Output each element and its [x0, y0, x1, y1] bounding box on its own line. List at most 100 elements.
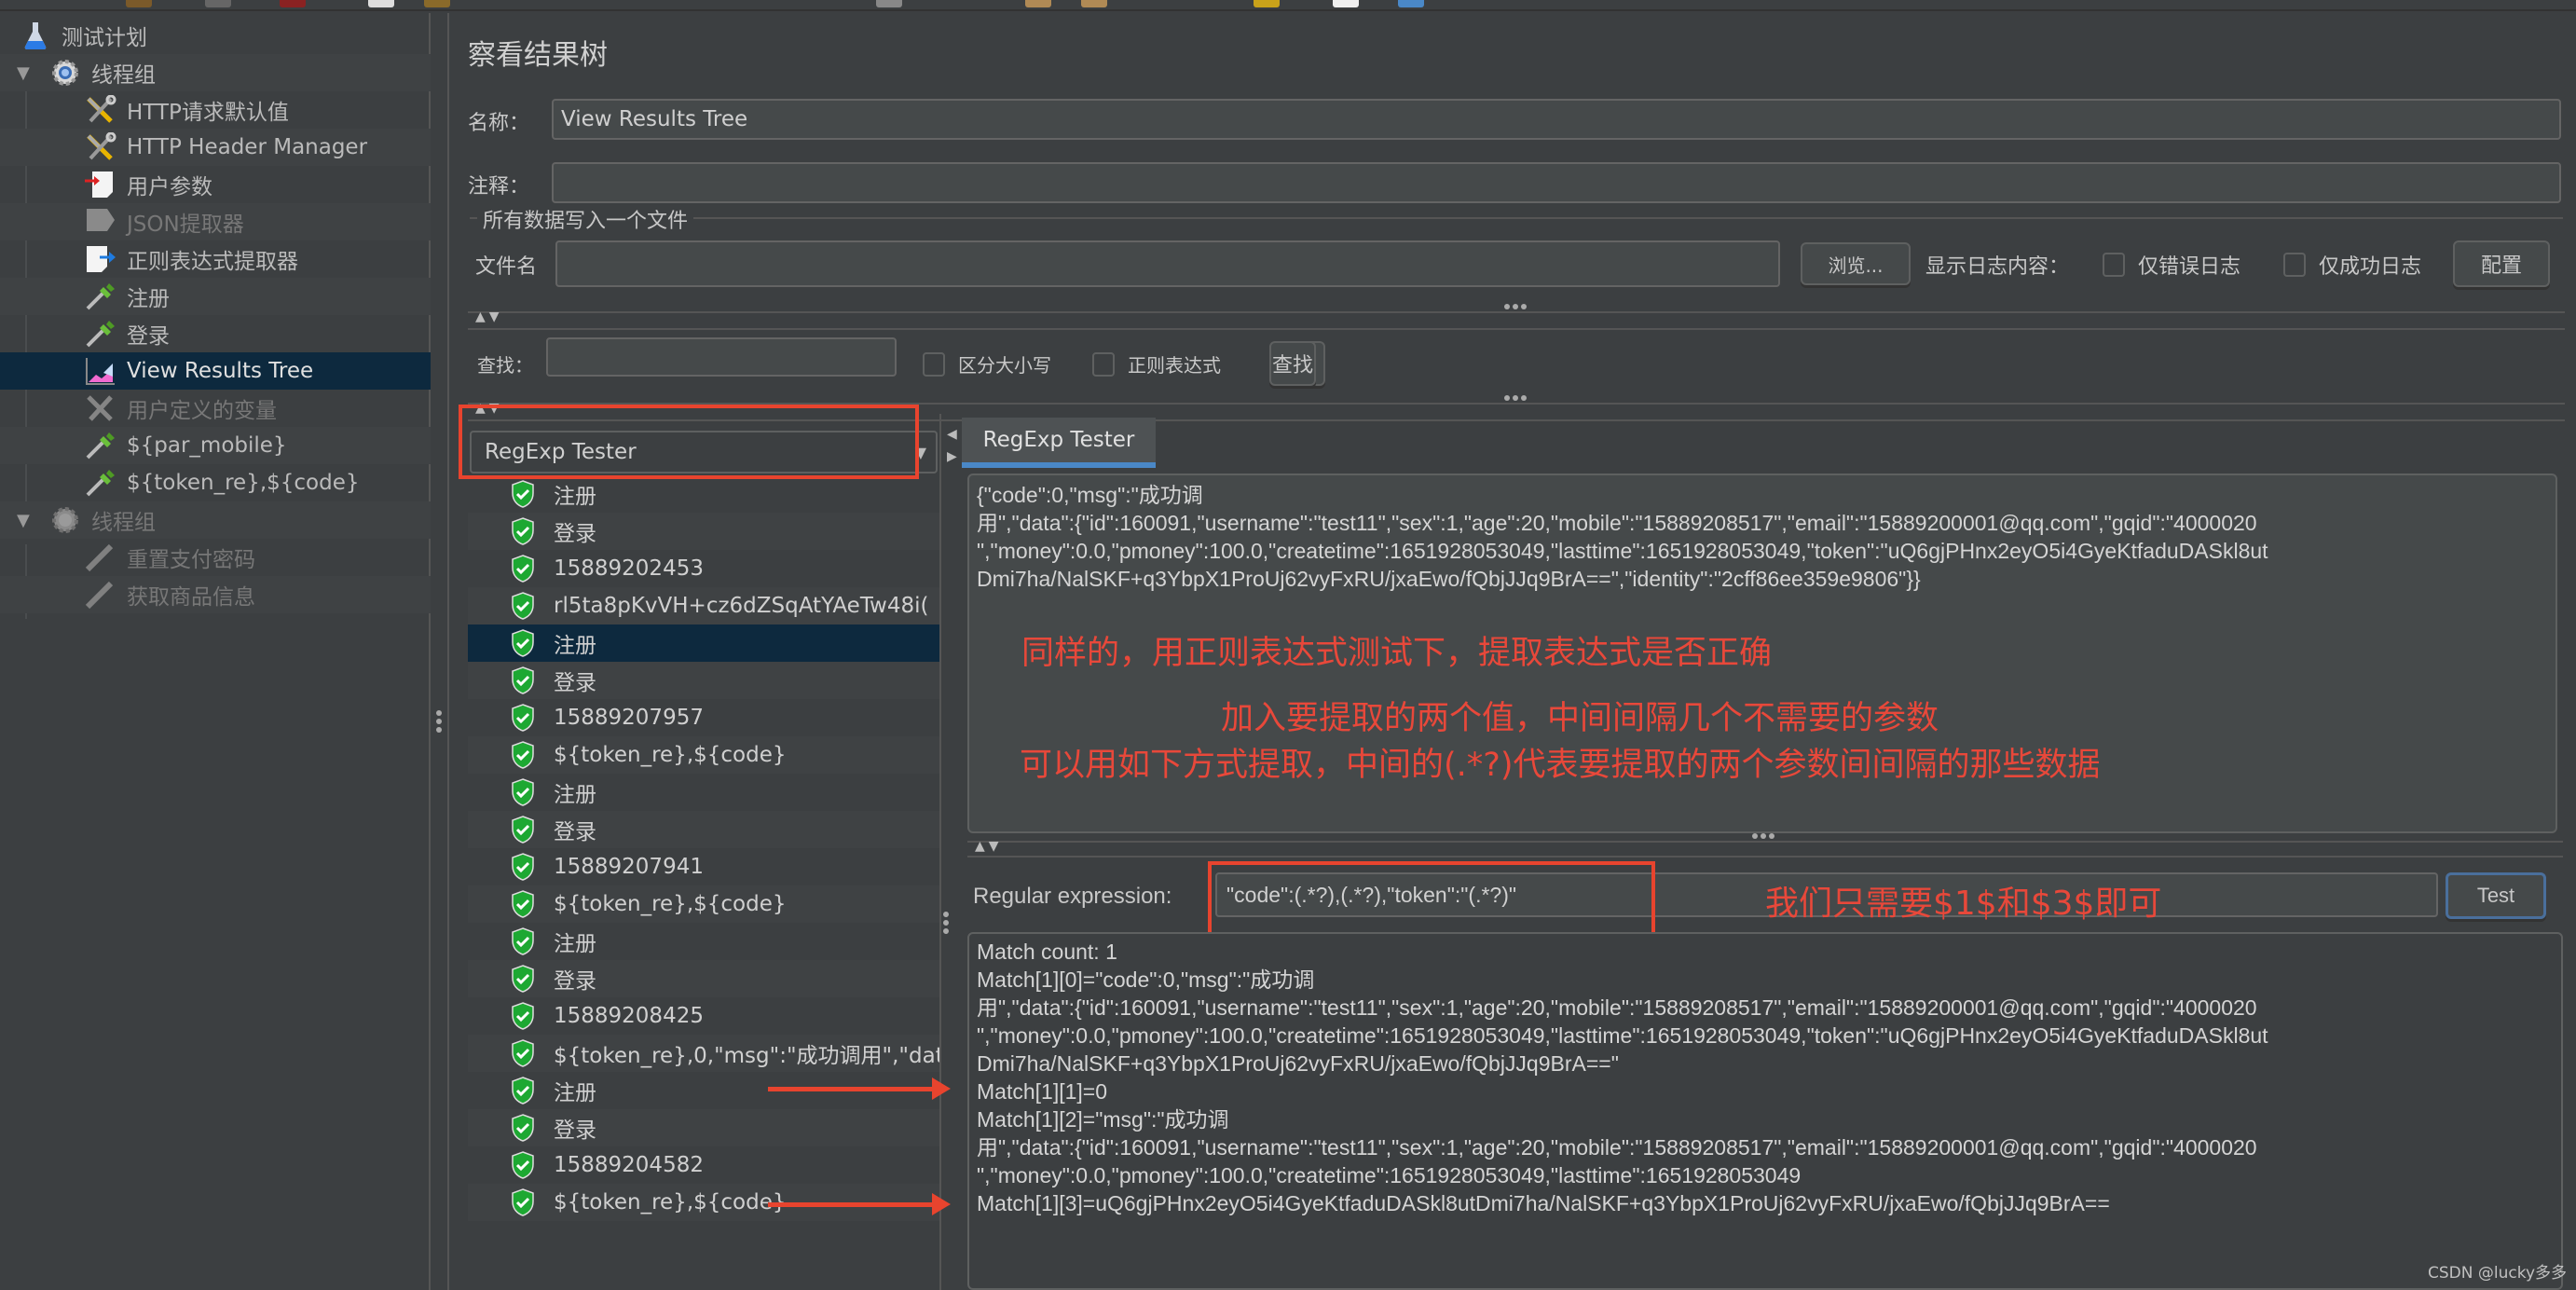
success-shield-icon — [468, 666, 554, 694]
tree-node[interactable]: ▼ 线程组 — [0, 54, 431, 91]
name-label: 名称： — [468, 112, 530, 135]
tree-node[interactable]: 重置支付密码 — [0, 539, 431, 576]
configure-button[interactable]: 配置 — [2453, 240, 2550, 287]
toolbar-icon[interactable] — [1333, 0, 1359, 7]
sample-result-item[interactable]: ${token_re},${code} — [468, 736, 939, 774]
tree-node[interactable]: 正则表达式提取器 — [0, 240, 431, 278]
tree-node[interactable]: 登录 — [0, 315, 431, 352]
sample-result-item[interactable]: ${token_re},${code} — [468, 885, 939, 923]
toolbar-icon[interactable] — [368, 0, 394, 7]
tree-node[interactable]: ▼ 线程组 — [0, 501, 431, 539]
test-button[interactable]: Test — [2446, 872, 2546, 919]
splitter-grip-icon[interactable] — [1504, 304, 1527, 309]
success-shield-icon — [468, 1077, 554, 1105]
tree-node[interactable]: ${par_mobile} — [0, 427, 431, 464]
tree-node[interactable]: ${token_re},${code} — [0, 464, 431, 501]
case-sensitive-checkbox[interactable]: 区分大小写 — [923, 350, 1051, 377]
tree-node[interactable]: 获取商品信息 — [0, 576, 431, 613]
page-title: 察看结果树 — [468, 39, 608, 72]
comment-input[interactable] — [552, 162, 2561, 203]
toolbar-icon[interactable] — [876, 0, 902, 7]
splitter-grip-icon[interactable] — [1504, 395, 1527, 401]
toolbar-icon[interactable] — [1025, 0, 1051, 7]
sample-result-item[interactable]: 注册 — [468, 774, 939, 811]
sample-result-item[interactable]: 登录 — [468, 960, 939, 997]
expand-toggle-icon[interactable]: ▼ — [17, 511, 30, 530]
toolbar-icon[interactable] — [280, 0, 306, 7]
sample-result-item[interactable]: 15889208425 — [468, 997, 939, 1035]
sample-result-item[interactable]: 注册 — [468, 624, 939, 662]
sample-result-label: 15889207941 — [554, 855, 704, 879]
checkbox-box[interactable] — [2283, 253, 2306, 277]
toolbar-icon[interactable] — [1081, 0, 1107, 7]
tree-node-label: 用户定义的变量 — [127, 399, 277, 423]
errors-only-checkbox[interactable]: 仅错误日志 — [2103, 250, 2240, 280]
filename-input[interactable] — [555, 240, 1780, 287]
checkbox-box[interactable] — [1092, 351, 1115, 377]
watermark: CSDN @lucky多多 — [2427, 1264, 2567, 1283]
toolbar-icon[interactable] — [424, 0, 450, 7]
toolbar — [0, 0, 2576, 11]
regex-checkbox[interactable]: 正则表达式 — [1092, 350, 1221, 377]
toolbar-icon[interactable] — [1254, 0, 1280, 7]
sample-result-label: rl5ta8pKvVH+cz6dZSqAtYAeTw48i( — [554, 594, 929, 618]
sample-result-item[interactable]: 15889202453 — [468, 550, 939, 587]
toolbar-icon[interactable] — [205, 0, 231, 7]
tree-node[interactable]: 用户参数 — [0, 166, 431, 203]
name-input[interactable]: View Results Tree — [552, 99, 2561, 140]
sample-result-label: ${token_re},${code} — [554, 743, 787, 767]
tab-scroll-arrows-icon[interactable]: ◀ ▶ — [947, 423, 957, 468]
collapse-expand-arrows-icon[interactable]: ▲▼ — [975, 839, 1003, 854]
sample-result-item[interactable]: 登录 — [468, 662, 939, 699]
tree-splitter[interactable] — [431, 13, 449, 1290]
sample-result-item[interactable]: 15889207957 — [468, 699, 939, 736]
sample-result-label: 注册 — [554, 485, 596, 509]
success-only-checkbox[interactable]: 仅成功日志 — [2283, 250, 2421, 280]
sample-result-item[interactable]: 注册 — [468, 475, 939, 513]
sample-result-item[interactable]: 登录 — [468, 1109, 939, 1146]
sampler-pipette-icon — [84, 542, 117, 573]
collapse-expand-arrows-icon[interactable]: ▲▼ — [475, 309, 503, 324]
sample-result-item[interactable]: rl5ta8pKvVH+cz6dZSqAtYAeTw48i( — [468, 587, 939, 624]
toolbar-icon[interactable] — [126, 0, 152, 7]
tree-node[interactable]: 用户定义的变量 — [0, 390, 431, 427]
success-shield-icon — [468, 741, 554, 769]
highlight-box — [1208, 861, 1655, 936]
sample-results-list: 注册 登录 15889202453 rl5ta8pKvVH+cz6dZSqAtYAeT… — [468, 475, 939, 1286]
match-result-textarea[interactable]: Match count: 1 Match[1][0]="code":0,"msg… — [967, 932, 2563, 1290]
sample-result-item[interactable]: 登录 — [468, 513, 939, 550]
find-button[interactable]: 查找 — [1269, 341, 1316, 386]
sample-result-item[interactable]: 15889204582 — [468, 1146, 939, 1184]
search-input[interactable] — [546, 337, 897, 377]
listener-graph-icon — [84, 355, 117, 387]
divider — [468, 311, 2565, 313]
sample-result-item[interactable]: 登录 — [468, 811, 939, 848]
expand-toggle-icon[interactable]: ▼ — [17, 63, 30, 83]
tree-node[interactable]: HTTP Header Manager — [0, 129, 431, 166]
sample-result-label: ${token_re},0,"msg":"成功调用","dat — [554, 1044, 939, 1068]
tree-node[interactable]: 注册 — [0, 278, 431, 315]
splitter-grip-icon[interactable] — [1752, 833, 1774, 839]
regex-label: Regular expression: — [973, 884, 1172, 909]
tree-node[interactable]: View Results Tree — [0, 352, 431, 390]
tab-regexp-tester[interactable]: RegExp Tester — [962, 418, 1156, 468]
sample-result-item[interactable]: ${token_re},0,"msg":"成功调用","dat — [468, 1035, 939, 1072]
toolbar-icon[interactable] — [1398, 0, 1424, 7]
file-group-border — [470, 217, 2563, 219]
preprocessor-icon — [84, 169, 117, 200]
tree-node[interactable]: HTTP请求默认值 — [0, 91, 431, 129]
annotation-note: 我们只需要$1$和$3$即可 — [1765, 885, 2162, 923]
file-group-title: 所有数据写入一个文件 — [477, 204, 694, 234]
tree-node[interactable]: 测试计划 — [0, 17, 431, 54]
browse-button[interactable]: 浏览... — [1801, 242, 1911, 285]
sample-result-item[interactable]: 15889207941 — [468, 848, 939, 885]
checkbox-box[interactable] — [923, 351, 945, 377]
success-shield-icon — [468, 555, 554, 583]
sample-result-label: 登录 — [554, 522, 596, 546]
checkbox-box[interactable] — [2103, 253, 2125, 277]
tree-node-label: JSON提取器 — [127, 213, 244, 237]
results-splitter[interactable] — [939, 414, 958, 1290]
sample-result-item[interactable]: 注册 — [468, 923, 939, 960]
tree-node[interactable]: JSON提取器 — [0, 203, 431, 240]
regex-checkbox-label: 正则表达式 — [1128, 354, 1221, 377]
